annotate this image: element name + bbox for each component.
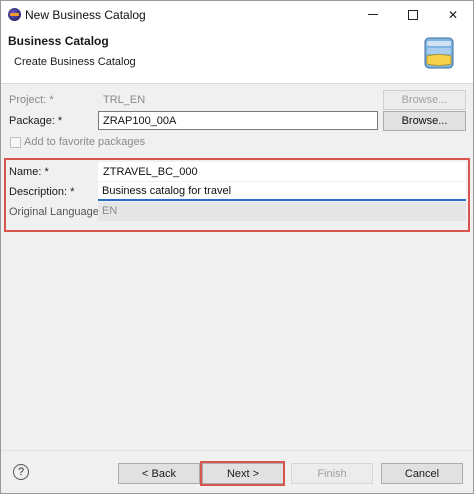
cancel-button[interactable]: Cancel (381, 463, 463, 484)
name-field[interactable]: ZTRAVEL_BC_000 (98, 162, 466, 181)
footer-separator (1, 450, 473, 451)
back-button[interactable]: < Back (118, 463, 200, 484)
description-field[interactable]: Business catalog for travel (98, 182, 466, 201)
favorite-checkbox[interactable] (10, 137, 21, 148)
finish-button[interactable]: Finish (291, 463, 373, 484)
close-button[interactable] (433, 1, 473, 28)
original-language-field: EN (98, 202, 466, 221)
minimize-button[interactable] (353, 1, 393, 28)
maximize-button[interactable] (393, 1, 433, 28)
package-label: Package: * (9, 115, 63, 127)
name-label: Name: * (9, 166, 49, 178)
next-highlight-box (200, 461, 285, 486)
help-icon[interactable]: ? (13, 464, 29, 480)
banner-title: Business Catalog (8, 34, 109, 48)
package-field[interactable]: ZRAP100_00A (98, 111, 378, 130)
project-label: Project: * (9, 94, 54, 106)
description-label: Description: * (9, 186, 75, 198)
project-field: TRL_EN (98, 90, 378, 109)
title-bar: New Business Catalog (1, 1, 473, 28)
eclipse-icon (8, 8, 21, 21)
favorite-label: Add to favorite packages (24, 136, 146, 148)
project-browse-button[interactable]: Browse... (383, 90, 466, 110)
dialog-window: New Business Catalog Business Catalog Cr… (0, 0, 474, 494)
package-browse-button[interactable]: Browse... (383, 111, 466, 131)
original-language-label: Original Language: (9, 206, 102, 218)
catalog-icon (424, 37, 454, 69)
window-title: New Business Catalog (25, 8, 146, 22)
wizard-banner: Business Catalog Create Business Catalog (1, 28, 473, 84)
banner-subtitle: Create Business Catalog (14, 56, 136, 68)
